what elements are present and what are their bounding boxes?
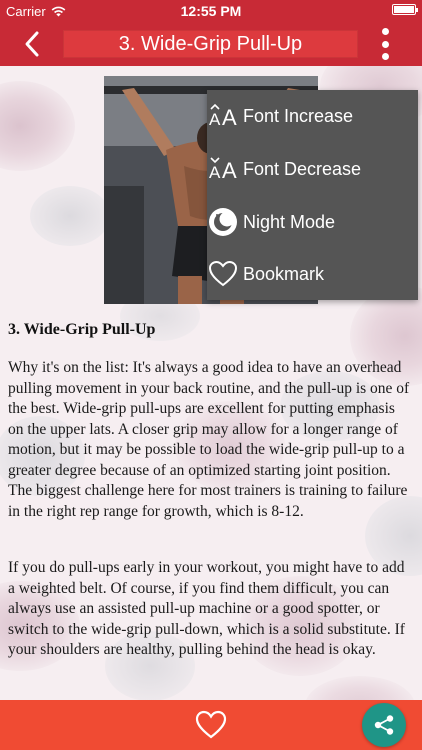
night-mode-icon [207,206,239,238]
svg-text:A: A [222,158,237,182]
status-right [392,4,418,15]
menu-item-label: Font Decrease [243,158,362,179]
article-paragraph: Why it's on the list: It's always a good… [8,359,410,520]
menu-item-font-decrease[interactable]: A A Font Decrease [207,143,418,195]
svg-text:A: A [209,110,221,129]
bottom-toolbar [0,700,422,750]
more-options-button[interactable] [378,28,392,60]
svg-text:A: A [209,163,221,182]
svg-text:A: A [222,105,237,129]
status-bar: Carrier 12:55 PM [0,0,422,22]
menu-item-bookmark[interactable]: Bookmark [207,248,418,300]
more-vertical-icon-dot [381,40,389,48]
menu-item-night-mode[interactable]: Night Mode [207,196,418,248]
battery-icon [392,4,418,15]
menu-item-label: Night Mode [243,211,336,232]
status-time: 12:55 PM [180,3,242,19]
heart-outline-icon [195,710,227,739]
back-button[interactable] [18,29,48,59]
battery-level [394,6,414,13]
more-vertical-icon-dot [381,28,389,35]
font-decrease-icon: A A [207,153,239,185]
article-heading: 3. Wide-Grip Pull-Up [8,321,156,338]
share-icon [374,715,394,735]
more-vertical-icon-dot [381,53,389,60]
share-button[interactable] [362,703,406,747]
bookmark-heart-button[interactable] [195,710,227,740]
nav-bar: 3. Wide-Grip Pull-Up [0,22,422,66]
menu-item-label: Font Increase [243,105,354,126]
menu-item-label: Bookmark [243,263,325,284]
article-paragraph: If you do pull-ups early in your workout… [8,559,405,658]
page-title: 3. Wide-Grip Pull-Up [63,30,358,58]
menu-item-font-increase[interactable]: A A Font Increase [207,90,418,142]
heart-outline-icon [207,258,239,290]
options-menu: A A Font Increase A A Font Decrease Nigh… [207,90,418,300]
font-increase-icon: A A [207,100,239,132]
chevron-left-icon [25,31,39,57]
